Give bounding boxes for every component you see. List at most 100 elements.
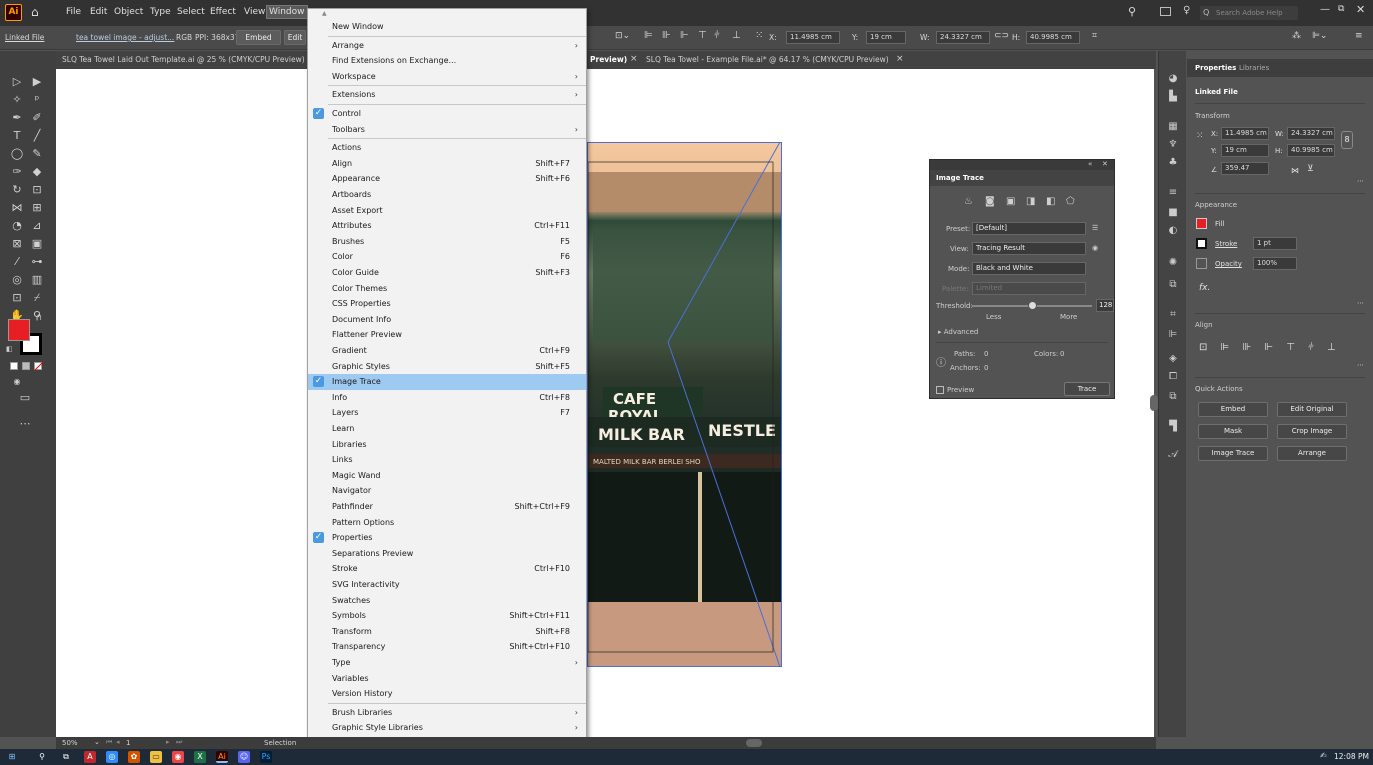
- arrange-documents-icon[interactable]: [1160, 7, 1171, 16]
- eraser-tool-icon[interactable]: ◆: [30, 165, 44, 179]
- blend-tool-icon[interactable]: ⊶: [30, 255, 44, 269]
- panel-title-bar[interactable]: « ✕: [930, 160, 1114, 170]
- perspective-grid-tool-icon[interactable]: ⊿: [30, 219, 44, 233]
- stroke-weight-field[interactable]: 1 pt: [1253, 237, 1297, 250]
- auto-color-icon[interactable]: ♨: [964, 196, 973, 207]
- task-view-icon[interactable]: ⧉: [60, 751, 72, 763]
- edit-original-button[interactable]: Edit Original: [1277, 402, 1347, 417]
- menu-item-info[interactable]: Info Ctrl+F8: [308, 390, 586, 406]
- shaper-tool-icon[interactable]: ✑: [10, 165, 24, 179]
- menu-item-new-window[interactable]: New Window: [308, 19, 586, 35]
- asset-export-icon[interactable]: ⧉: [1167, 391, 1179, 403]
- align-right-icon[interactable]: ⊩: [680, 30, 689, 41]
- menu-item-navigator[interactable]: Navigator: [308, 483, 586, 499]
- menu-effect[interactable]: Effect: [210, 7, 236, 17]
- menu-item-graphic-style-libraries[interactable]: Graphic Style Libraries ›: [308, 720, 586, 736]
- menu-item-magic-wand[interactable]: Magic Wand: [308, 468, 586, 484]
- menu-item-stroke[interactable]: Stroke Ctrl+F10: [308, 561, 586, 577]
- threshold-field[interactable]: 128: [1096, 299, 1114, 312]
- menu-item-toolbars[interactable]: Toolbars ›: [308, 122, 586, 138]
- trace-button[interactable]: Trace: [1064, 382, 1110, 396]
- menu-item-css-properties[interactable]: CSS Properties: [308, 296, 586, 312]
- preset-select[interactable]: [Default]: [972, 222, 1086, 235]
- swap-fill-stroke-icon[interactable]: ↰: [36, 313, 43, 322]
- artboard-tool-icon[interactable]: ⊡: [10, 291, 24, 305]
- file-name-link[interactable]: tea towel image - adjust...: [76, 33, 174, 42]
- menu-item-color-themes[interactable]: Color Themes: [308, 281, 586, 297]
- transparency-icon[interactable]: ◐: [1167, 225, 1179, 237]
- tab-close-icon[interactable]: ×: [896, 54, 904, 64]
- chrome-icon[interactable]: ◉: [172, 751, 184, 763]
- menu-item-arrange[interactable]: Arrange ›: [308, 38, 586, 54]
- h-field[interactable]: 40.9985 cm: [1287, 144, 1335, 157]
- zoom-level[interactable]: 50%: [62, 739, 78, 747]
- screen-mode-icon[interactable]: ▭: [18, 391, 32, 405]
- preset-list-icon[interactable]: ☰: [1092, 224, 1098, 232]
- more-tools-icon[interactable]: ⋯: [18, 417, 32, 431]
- search-icon[interactable]: ⚲: [1128, 5, 1136, 18]
- mask-button[interactable]: Mask: [1198, 424, 1268, 439]
- excel-icon[interactable]: X: [194, 751, 206, 763]
- w-field[interactable]: 24.3327 cm: [1287, 127, 1335, 140]
- menu-item-transparency[interactable]: Transparency Shift+Ctrl+F10: [308, 639, 586, 655]
- paint-app-icon[interactable]: ✿: [128, 751, 140, 763]
- reference-point-icon[interactable]: ⁙: [755, 30, 763, 41]
- x-field[interactable]: 11.4985 cm: [786, 31, 840, 44]
- close-icon[interactable]: ✕: [1356, 3, 1365, 16]
- menu-item-type[interactable]: Type ›: [308, 655, 586, 671]
- gradient-icon[interactable]: ■: [1167, 207, 1179, 219]
- panel-menu-icon[interactable]: ⊫⌄: [1312, 31, 1327, 41]
- grayscale-icon[interactable]: ◨: [1026, 196, 1035, 207]
- windows-start-icon[interactable]: ⊞: [6, 751, 18, 763]
- hamburger-icon[interactable]: ≡: [1355, 31, 1363, 41]
- black-white-icon[interactable]: ◧: [1046, 196, 1055, 207]
- edit-original-button[interactable]: Edit: [284, 30, 306, 45]
- effects-fx-icon[interactable]: fx.: [1199, 283, 1210, 293]
- menu-item-svg-interactivity[interactable]: SVG Interactivity: [308, 577, 586, 593]
- fill-swatch[interactable]: [8, 319, 30, 341]
- type-tool-icon[interactable]: T: [10, 129, 24, 143]
- embed-button[interactable]: Embed: [1198, 402, 1268, 417]
- reference-point-icon[interactable]: ⁙: [1196, 131, 1204, 141]
- menu-item-pathfinder[interactable]: Pathfinder Shift+Ctrl+F9: [308, 499, 586, 515]
- transform-icon[interactable]: ⌗: [1092, 31, 1097, 41]
- stroke-icon[interactable]: ≡: [1167, 187, 1179, 199]
- y-field[interactable]: 19 cm: [1221, 144, 1269, 157]
- flip-vertical-icon[interactable]: ⊻: [1307, 164, 1314, 174]
- transform-icon[interactable]: ⌗: [1167, 309, 1179, 321]
- color-mode-icon[interactable]: [10, 362, 18, 370]
- menu-item-brush-libraries[interactable]: Brush Libraries ›: [308, 705, 586, 721]
- constrain-proportions-icon[interactable]: 8: [1341, 131, 1353, 149]
- menu-item-flattener-preview[interactable]: Flattener Preview: [308, 327, 586, 343]
- vertical-scrollbar[interactable]: [1150, 395, 1158, 411]
- lasso-tool-icon[interactable]: ᵖ: [30, 93, 44, 107]
- home-icon[interactable]: ⌂: [31, 5, 39, 19]
- menu-item-transform[interactable]: Transform Shift+F8: [308, 624, 586, 640]
- prev-page-icon[interactable]: ◂: [116, 738, 120, 746]
- menu-file[interactable]: File: [66, 7, 81, 17]
- close-icon[interactable]: ✕: [1102, 160, 1108, 168]
- free-transform-tool-icon[interactable]: ⊞: [30, 201, 44, 215]
- tab-example-doc[interactable]: SLQ Tea Towel - Example File.ai* @ 64.17…: [646, 55, 889, 64]
- menu-item-gradient[interactable]: Gradient Ctrl+F9: [308, 343, 586, 359]
- scroll-up-icon[interactable]: ▲: [322, 10, 327, 17]
- shape-builder-tool-icon[interactable]: ◔: [10, 219, 24, 233]
- align-middle-icon[interactable]: ⫩: [714, 30, 720, 41]
- menu-window[interactable]: Window: [266, 5, 308, 19]
- layers-icon[interactable]: ◈: [1167, 353, 1179, 365]
- menu-item-artboards[interactable]: Artboards: [308, 187, 586, 203]
- next-page-icon[interactable]: ▸: [166, 738, 170, 746]
- x-field[interactable]: 11.4985 cm: [1221, 127, 1269, 140]
- menu-item-actions[interactable]: Actions: [308, 140, 586, 156]
- artboards-icon[interactable]: ⧠: [1167, 371, 1179, 383]
- page-number[interactable]: 1: [126, 739, 130, 747]
- menu-item-pattern-options[interactable]: Pattern Options: [308, 515, 586, 531]
- menu-item-learn[interactable]: Learn: [308, 421, 586, 437]
- help-search-input[interactable]: Q Search Adobe Help: [1200, 6, 1298, 20]
- search-icon[interactable]: ⚲: [36, 751, 48, 763]
- grid-icon[interactable]: ⁂: [1292, 31, 1301, 41]
- menu-item-appearance[interactable]: Appearance Shift+F6: [308, 171, 586, 187]
- advanced-toggle[interactable]: ▸ Advanced: [938, 328, 978, 336]
- pen-tool-icon[interactable]: ✒: [10, 111, 24, 125]
- ellipse-tool-icon[interactable]: ◯: [10, 147, 24, 161]
